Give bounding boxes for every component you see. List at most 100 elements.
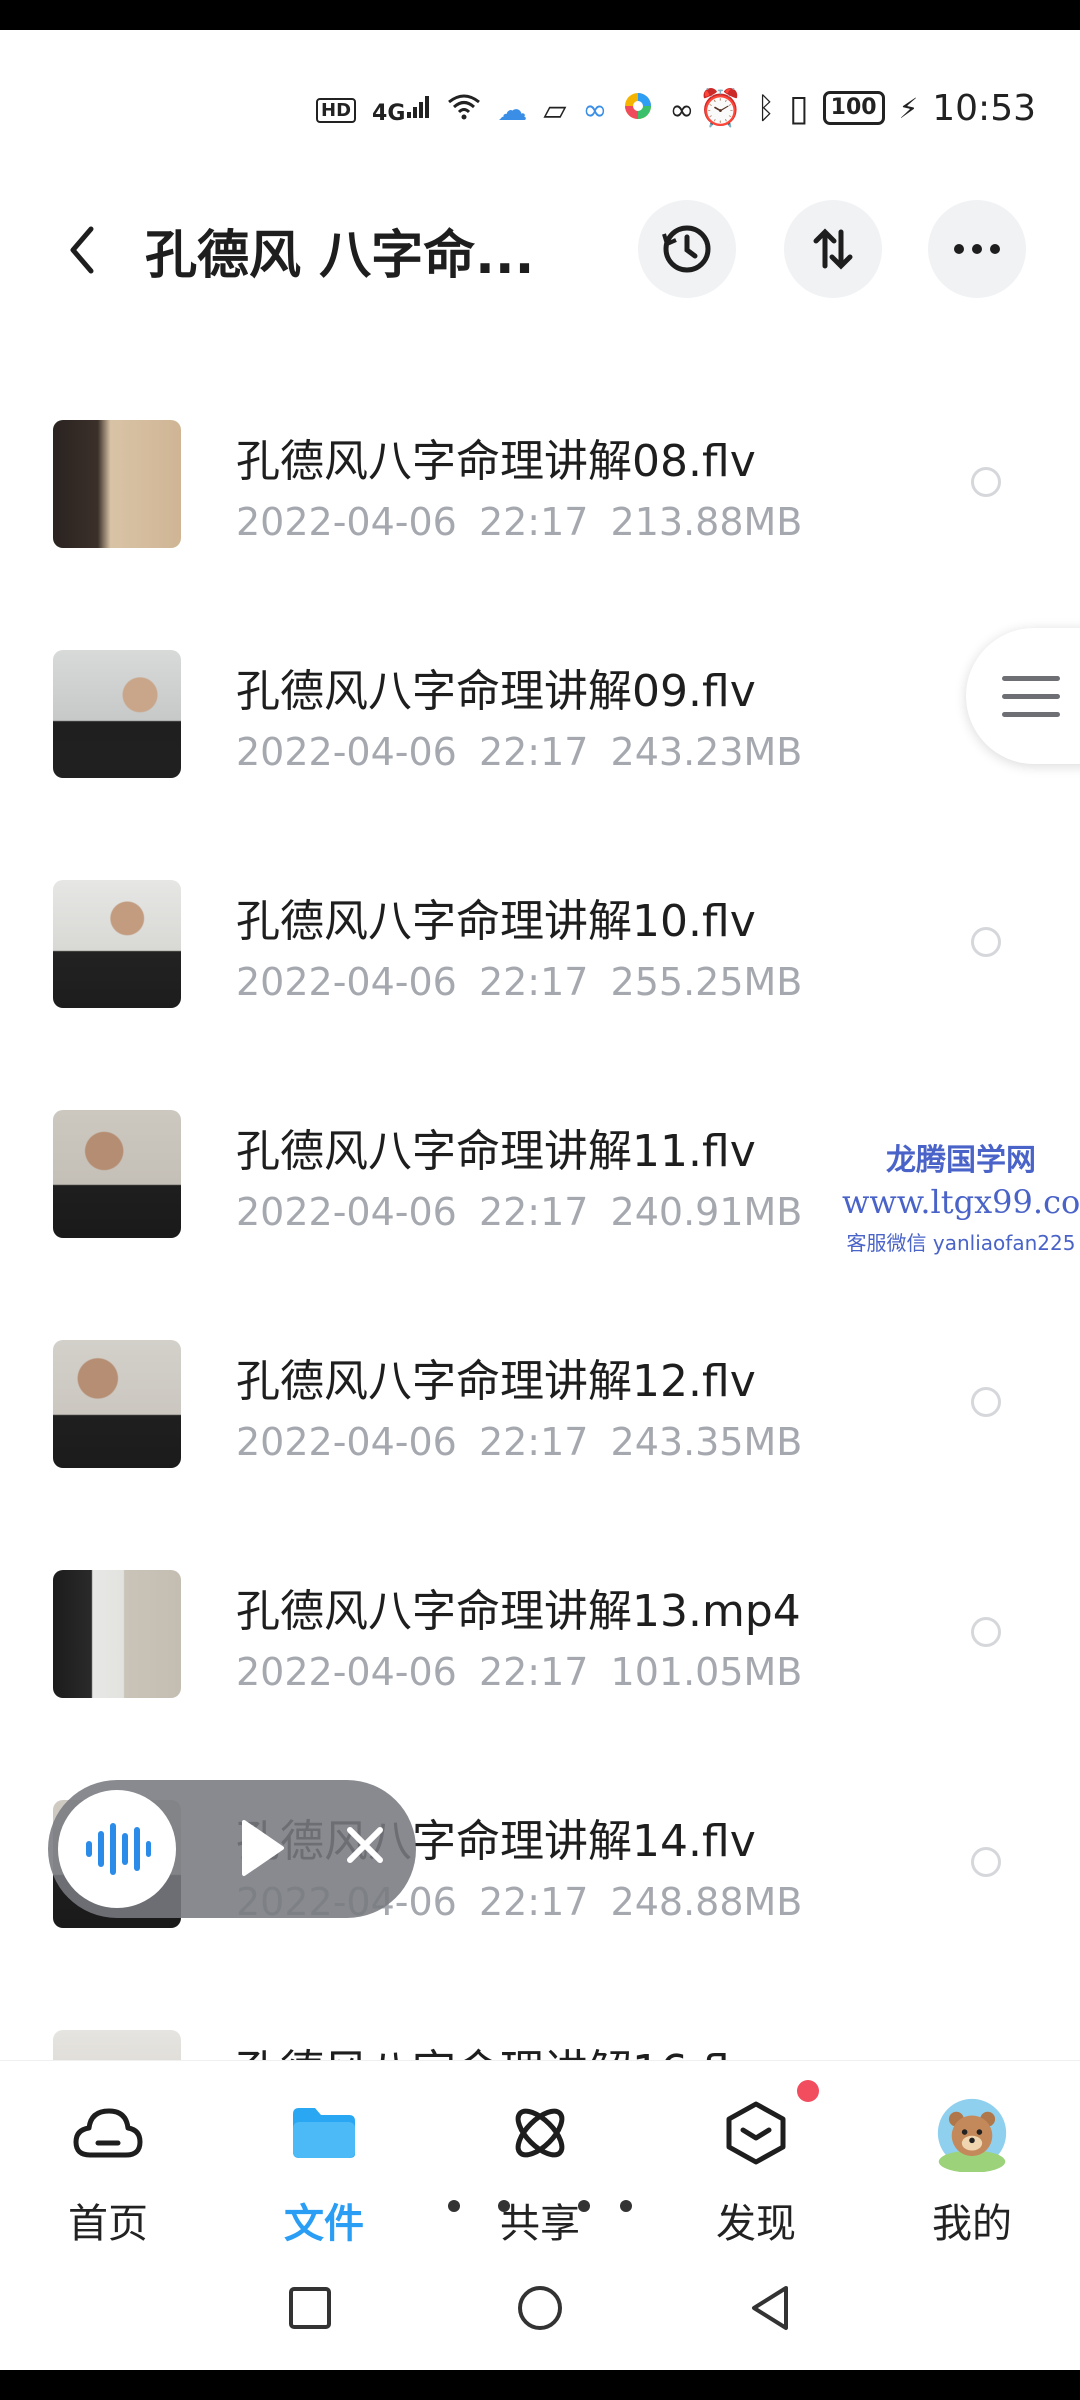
screen-bottom-edge: [0, 2370, 1080, 2400]
app-icon-link: ∞: [669, 92, 695, 128]
file-date: 2022-04-06: [236, 730, 457, 774]
back-button[interactable]: [52, 210, 112, 290]
file-meta: 2022-04-06 22:17 213.88MB: [236, 500, 802, 544]
status-right: ⏰ ᛒ ▯ 100 ⚡ 10:53: [698, 87, 1036, 130]
file-date: 2022-04-06: [236, 1190, 457, 1234]
select-radio[interactable]: [971, 1617, 1001, 1647]
bottom-nav: 首页 文件 共享 发现 我的: [0, 2060, 1080, 2261]
file-meta: 2022-04-06 22:17 243.23MB: [236, 730, 802, 774]
select-radio[interactable]: [971, 1387, 1001, 1417]
file-row[interactable]: 孔德风八字命理讲解12.flv 2022-04-06 22:17 243.35M…: [0, 1320, 1080, 1550]
file-size: 240.91MB: [610, 1190, 803, 1234]
history-button[interactable]: [638, 200, 736, 298]
page-indicator-dot: [578, 2200, 590, 2212]
file-name: 孔德风八字命理讲解09.flv: [236, 666, 756, 717]
share-atom-icon: [504, 2097, 576, 2169]
select-radio[interactable]: [971, 927, 1001, 957]
discover-box-icon: [720, 2097, 792, 2169]
video-thumbnail: [53, 1570, 181, 1698]
more-dots-icon: [954, 244, 1000, 254]
file-time: 22:17: [478, 730, 589, 774]
back-triangle-icon[interactable]: [748, 2284, 792, 2332]
watermark-contact: 客服微信 yanliaofan225: [846, 1231, 1076, 1255]
watermark: 龙腾国学网 www.ltgx99.com 客服微信 yanliaofan225: [842, 1135, 1080, 1256]
audio-wave-icon: [86, 1823, 151, 1875]
file-meta: 2022-04-06 22:17 101.05MB: [236, 1650, 802, 1694]
file-size: 255.25MB: [610, 960, 803, 1004]
file-date: 2022-04-06: [236, 500, 457, 544]
file-row[interactable]: 孔德风八字命理讲解13.mp4 2022-04-06 22:17 101.05M…: [0, 1550, 1080, 1780]
file-name: 孔德风八字命理讲解08.flv: [236, 436, 756, 487]
video-thumbnail: [53, 420, 181, 548]
home-circle-icon[interactable]: [516, 2284, 564, 2332]
nav-home[interactable]: 首页: [8, 2061, 208, 2261]
clock: 10:53: [932, 87, 1036, 129]
file-name: 孔德风八字命理讲解10.flv: [236, 896, 756, 947]
file-name: 孔德风八字命理讲解16.flv: [236, 2035, 756, 2060]
system-navigation-bar: [0, 2270, 1080, 2360]
avatar-icon: [936, 2097, 1008, 2172]
audio-wave-button[interactable]: [58, 1790, 176, 1908]
page-indicator-dot: [448, 2200, 460, 2212]
file-row[interactable]: 孔德风八字命理讲解08.flv 2022-04-06 22:17 213.88M…: [0, 400, 1080, 630]
file-name: 孔德风八字命理讲解13.mp4: [236, 1586, 801, 1637]
file-time: 22:17: [478, 960, 589, 1004]
chevron-left-icon: [70, 226, 94, 274]
file-time: 22:17: [478, 1650, 589, 1694]
nav-home-label: 首页: [68, 2201, 148, 2247]
file-row[interactable]: 孔德风八字命理讲解09.flv 2022-04-06 22:17 243.23M…: [0, 630, 1080, 860]
nav-share[interactable]: 共享: [440, 2061, 640, 2261]
page-indicator-dot: [620, 2200, 632, 2212]
vibrate-icon: ▯: [788, 87, 809, 129]
file-size: 101.05MB: [610, 1650, 803, 1694]
status-icons: HD 4G ☁ ▱ ∞ ∞ ···: [316, 91, 739, 129]
file-time: 22:17: [478, 1880, 589, 1924]
play-icon[interactable]: [238, 1818, 286, 1878]
file-meta: 2022-04-06 22:17 243.35MB: [236, 1420, 802, 1464]
file-size: 243.23MB: [610, 730, 803, 774]
folder-status-icon: ▱: [543, 92, 567, 128]
file-row[interactable]: 孔德风八字命理讲解16.flv: [0, 2010, 1080, 2060]
signal-label: 4G: [372, 101, 406, 126]
history-icon: [662, 225, 711, 273]
nav-files[interactable]: 文件: [224, 2061, 424, 2261]
notification-badge: [797, 2080, 819, 2102]
bluetooth-icon: ᛒ: [756, 90, 775, 126]
watermark-url: www.ltgx99.com: [842, 1183, 1080, 1221]
file-time: 22:17: [478, 1190, 589, 1234]
wifi-icon: [447, 92, 481, 128]
signal-icon: 4G: [372, 94, 431, 126]
file-size: 213.88MB: [610, 500, 803, 544]
video-thumbnail: [53, 1340, 181, 1468]
page-title: 孔德风 八字命...: [145, 226, 535, 286]
video-thumbnail: [53, 2030, 181, 2060]
close-icon[interactable]: [340, 1820, 390, 1870]
hd-icon: HD: [316, 97, 357, 123]
file-date: 2022-04-06: [236, 1650, 457, 1694]
file-name: 孔德风八字命理讲解11.flv: [236, 1126, 756, 1177]
app-icon-cloud: ☁: [497, 92, 528, 128]
recent-apps-icon[interactable]: [288, 2286, 332, 2330]
watermark-title: 龙腾国学网: [886, 1143, 1036, 1178]
alarm-icon: ⏰: [698, 88, 743, 129]
file-size: 248.88MB: [610, 1880, 803, 1924]
mini-player[interactable]: [48, 1780, 416, 1918]
more-options-button[interactable]: [928, 200, 1026, 298]
nav-files-label: 文件: [284, 2201, 364, 2247]
app-icon-rings: ∞: [582, 92, 608, 128]
video-thumbnail: [53, 880, 181, 1008]
nav-me-label: 我的: [932, 2201, 1012, 2247]
video-thumbnail: [53, 650, 181, 778]
select-radio[interactable]: [971, 467, 1001, 497]
file-time: 22:17: [478, 500, 589, 544]
page-indicator-dot: [498, 2200, 510, 2212]
screen-top-edge: [0, 0, 1080, 30]
cloud-icon: [72, 2097, 144, 2169]
select-radio[interactable]: [971, 1847, 1001, 1877]
charging-icon: ⚡: [898, 91, 919, 125]
sort-arrows-icon: [813, 228, 853, 270]
sort-button[interactable]: [784, 200, 882, 298]
nav-discover[interactable]: 发现: [656, 2061, 856, 2261]
nav-me[interactable]: 我的: [872, 2061, 1072, 2261]
file-row[interactable]: 孔德风八字命理讲解10.flv 2022-04-06 22:17 255.25M…: [0, 860, 1080, 1090]
